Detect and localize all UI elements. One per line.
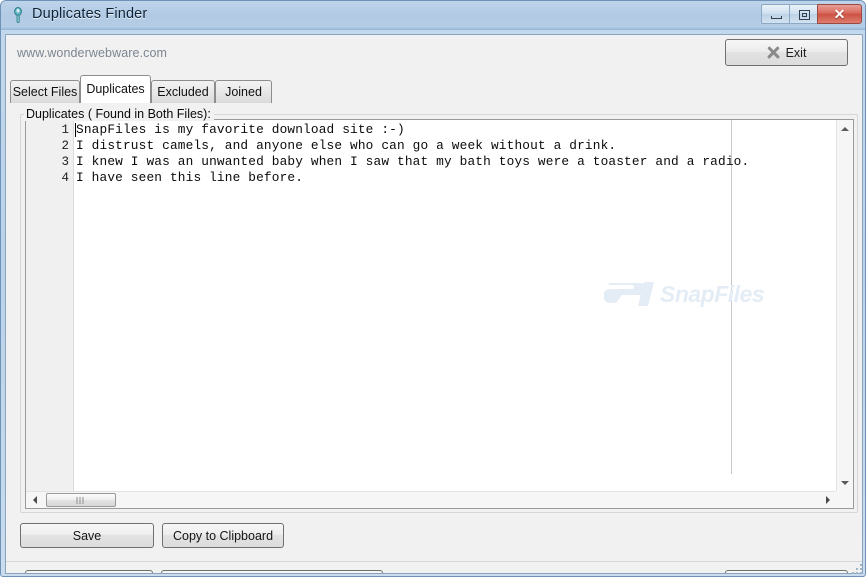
exit-button-label: Exit <box>785 45 807 60</box>
tab-joined[interactable]: Joined <box>215 80 272 103</box>
horizontal-scrollbar[interactable] <box>26 491 836 508</box>
chevron-right-icon <box>825 496 830 504</box>
snapfiles-watermark: SnapFiles <box>603 275 834 315</box>
line-number: 1 <box>61 123 69 137</box>
tab-excluded-label: Excluded <box>157 85 209 99</box>
tab-select-files-label: Select Files <box>12 85 78 99</box>
duplicates-text-editor[interactable]: 1 2 3 4 SnapFiles SnapFiles is my favori… <box>25 119 854 509</box>
line-number: 4 <box>61 171 69 185</box>
group-frame: 1 2 3 4 SnapFiles SnapFiles is my favori… <box>20 114 858 513</box>
website-button[interactable]: www.wonderwebware.com <box>161 570 383 573</box>
group-label: Duplicates ( Found in Both Files): <box>24 107 214 121</box>
window-title: Duplicates Finder <box>32 6 148 22</box>
line-number: 3 <box>61 155 69 169</box>
code-line: I have seen this line before. <box>76 170 304 185</box>
copy-to-clipboard-button[interactable]: Copy to Clipboard <box>162 523 284 548</box>
exit-button[interactable]: Exit <box>725 39 848 66</box>
close-icon: ✕ <box>833 6 846 22</box>
window-controls: ✕ <box>761 4 862 24</box>
tab-excluded[interactable]: Excluded <box>151 80 215 103</box>
grip-icon <box>76 497 86 504</box>
restore-icon <box>799 10 810 20</box>
key-icon <box>10 7 26 24</box>
save-button-label: Save <box>72 528 102 543</box>
right-margin-guide <box>731 120 732 474</box>
vertical-scrollbar[interactable] <box>836 120 853 491</box>
close-button[interactable]: ✕ <box>817 4 862 24</box>
chevron-left-icon <box>32 496 37 504</box>
footer-divider <box>6 561 862 562</box>
maximize-button[interactable] <box>789 4 818 24</box>
svg-text:SnapFiles: SnapFiles <box>660 281 764 307</box>
scroll-right-button[interactable] <box>819 492 836 508</box>
chevron-up-icon <box>841 126 849 131</box>
x-icon <box>767 46 780 59</box>
header-url-label: www.wonderwebware.com <box>17 46 168 60</box>
application-window: Duplicates Finder ✕ www.wonderwebware.co… <box>0 0 866 577</box>
tab-joined-label: Joined <box>225 85 262 99</box>
help-online-button[interactable]: Help (online) <box>25 570 153 573</box>
client-area: www.wonderwebware.com Exit Select Files … <box>5 34 863 574</box>
copy-to-clipboard-button-label: Copy to Clipboard <box>172 528 274 543</box>
scroll-left-button[interactable] <box>26 492 43 508</box>
tab-duplicates-label: Duplicates <box>86 82 145 96</box>
chevron-down-icon <box>841 480 849 485</box>
tab-strip: Select Files Duplicates Excluded Joined <box>10 75 860 103</box>
title-bar[interactable]: Duplicates Finder ✕ <box>1 1 865 30</box>
code-text-area[interactable]: SnapFiles SnapFiles is my favorite downl… <box>74 120 836 491</box>
horizontal-scroll-thumb[interactable] <box>46 493 116 507</box>
minimize-button[interactable] <box>761 4 790 24</box>
code-line: SnapFiles is my favorite download site :… <box>76 122 405 137</box>
code-line: I distrust camels, and anyone else who c… <box>76 138 617 153</box>
about-button[interactable]: About <box>725 570 848 573</box>
tab-select-files[interactable]: Select Files <box>10 80 80 103</box>
scroll-up-button[interactable] <box>837 120 853 137</box>
code-line: I knew I was an unwanted baby when I saw… <box>76 154 750 169</box>
tab-duplicates[interactable]: Duplicates <box>80 75 151 103</box>
duplicates-group: 1 2 3 4 SnapFiles SnapFiles is my favori… <box>20 107 858 513</box>
line-number: 2 <box>61 139 69 153</box>
text-caret <box>75 123 76 137</box>
minimize-icon <box>771 16 782 19</box>
save-button[interactable]: Save <box>20 523 154 548</box>
scrollbar-corner <box>836 491 853 508</box>
resize-grip[interactable] <box>850 562 862 574</box>
line-number-gutter: 1 2 3 4 <box>26 120 74 508</box>
scroll-down-button[interactable] <box>837 474 853 491</box>
